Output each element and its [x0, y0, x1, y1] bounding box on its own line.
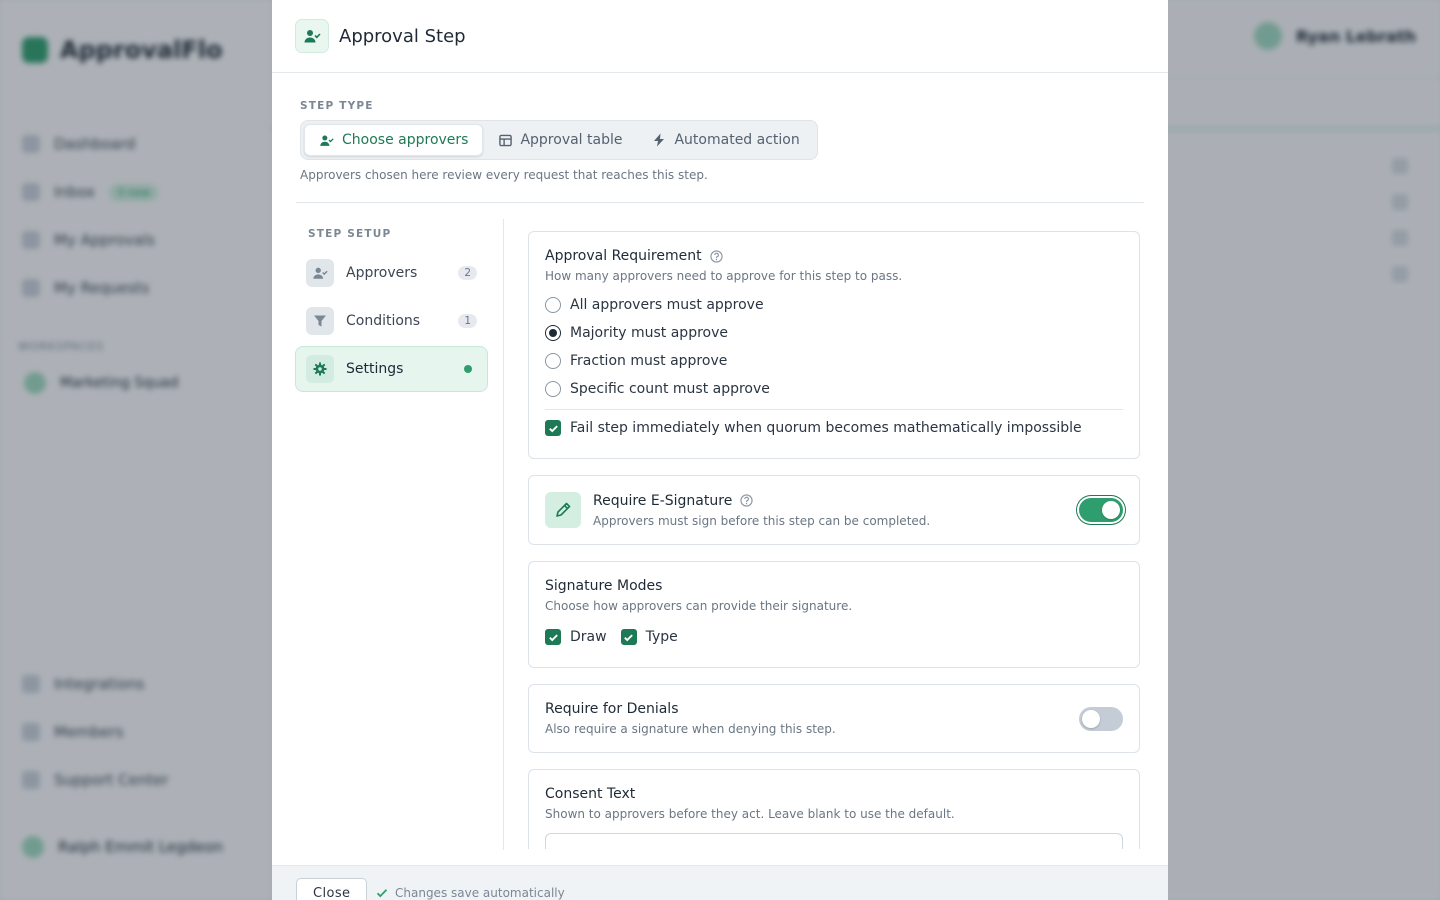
approval-requirement-title: Approval Requirement — [545, 248, 1123, 264]
user-check-icon — [320, 135, 334, 146]
step-setup-nav: STEP SETUP Approvers 2 Conditions 1 Sett… — [295, 219, 504, 850]
close-button[interactable]: Close — [296, 878, 368, 900]
step-type-choose-approvers[interactable]: Choose approvers — [304, 124, 484, 156]
radio-majority[interactable]: Majority must approve — [545, 319, 1123, 347]
card-divider — [545, 409, 1123, 410]
radio-all-approvers[interactable]: All approvers must approve — [545, 291, 1123, 319]
step-setup-list: Approvers 2 Conditions 1 Settings — [295, 250, 488, 392]
radio-label: Majority must approve — [570, 325, 728, 341]
card-title-text: Require E-Signature — [593, 492, 733, 509]
card-title-text: Approval Requirement — [545, 248, 702, 264]
step-setup-approvers[interactable]: Approvers 2 — [295, 250, 488, 296]
step-type-automated-action[interactable]: Automated action — [638, 124, 813, 156]
step-setup-item-label: Conditions — [346, 313, 421, 329]
checkbox[interactable] — [620, 629, 637, 645]
denials-card: Require for Denials Also require a signa… — [528, 684, 1140, 753]
active-indicator-dot — [464, 365, 472, 373]
section-divider — [296, 202, 1144, 203]
settings-content[interactable]: Approval Requirement How many approvers … — [528, 231, 1140, 849]
filter-icon — [306, 307, 334, 335]
step-type-section: STEP TYPE Choose approvers Approval tabl… — [300, 100, 818, 182]
autosave-note: Changes save automatically — [376, 886, 565, 900]
radio-label: All approvers must approve — [570, 297, 764, 313]
consent-card: Consent Text Shown to approvers before t… — [528, 769, 1140, 849]
approval-step-modal: Approval Step STEP TYPE Choose approvers… — [272, 0, 1168, 900]
radio-label: Fraction must approve — [570, 353, 728, 369]
esignature-toggle[interactable] — [1079, 498, 1123, 522]
radio-button[interactable] — [545, 353, 561, 369]
radio-label: Specific count must approve — [570, 381, 770, 397]
signature-modes-card: Signature Modes Choose how approvers can… — [528, 561, 1140, 668]
check-icon — [548, 424, 558, 432]
user-check-icon — [306, 259, 334, 287]
check-icon — [548, 633, 558, 641]
modal-title: Approval Step — [339, 25, 466, 47]
help-icon[interactable] — [740, 494, 753, 507]
radio-button[interactable] — [545, 297, 561, 313]
step-type-label-text: Choose approvers — [342, 132, 469, 148]
denials-subtitle: Also require a signature when denying th… — [545, 722, 836, 736]
approval-requirement-subtitle: How many approvers need to approve for t… — [545, 269, 903, 283]
fail-fast-checkbox-row[interactable]: Fail step immediately when quorum become… — [545, 414, 1123, 442]
denials-text: Require for Denials Also require a signa… — [545, 701, 1079, 736]
denials-title: Require for Denials — [545, 701, 679, 717]
consent-subtitle: Shown to approvers before they act. Leav… — [545, 807, 955, 821]
signature-modes-subtitle: Choose how approvers can provide their s… — [545, 599, 853, 613]
step-type-hint: Approvers chosen here review every reque… — [300, 168, 708, 182]
radio-button[interactable] — [545, 381, 561, 397]
checkbox-label: Fail step immediately when quorum become… — [570, 420, 1082, 436]
autosave-text: Changes save automatically — [395, 886, 565, 900]
approval-requirement-card: Approval Requirement How many approvers … — [528, 231, 1140, 459]
mode-draw-row[interactable]: Draw — [545, 623, 607, 651]
checkbox[interactable] — [545, 420, 561, 436]
checkbox[interactable] — [545, 629, 561, 645]
esignature-text: Require E-Signature Approvers must sign … — [593, 493, 1079, 528]
mode-type-row[interactable]: Type — [620, 623, 678, 651]
gear-icon — [306, 355, 334, 383]
modal-header: Approval Step — [272, 0, 1168, 73]
table-icon — [499, 134, 513, 146]
step-type-selector: Choose approvers Approval table Automate… — [300, 120, 818, 160]
consent-text-input[interactable] — [545, 833, 1123, 849]
step-setup-item-label: Approvers — [346, 265, 418, 281]
esignature-card: Require E-Signature Approvers must sign … — [528, 475, 1140, 545]
consent-title: Consent Text — [545, 786, 636, 802]
step-type-approval-table[interactable]: Approval table — [485, 124, 636, 156]
esignature-title: Require E-Signature — [593, 493, 1079, 509]
radio-button[interactable] — [545, 325, 561, 341]
signature-modes-title: Signature Modes — [545, 578, 663, 594]
pencil-icon — [545, 492, 581, 528]
step-setup-item-label: Settings — [346, 361, 404, 377]
step-type-label-text: Automated action — [674, 132, 800, 148]
step-setup-settings[interactable]: Settings — [295, 346, 488, 392]
radio-specific-count[interactable]: Specific count must approve — [545, 375, 1123, 403]
signature-mode-options: Draw Type — [545, 623, 1123, 651]
check-icon — [376, 889, 388, 898]
help-icon[interactable] — [709, 249, 723, 263]
step-setup-conditions[interactable]: Conditions 1 — [295, 298, 488, 344]
step-type-label: STEP TYPE — [300, 100, 374, 112]
step-type-label-text: Approval table — [520, 132, 623, 148]
esignature-subtitle: Approvers must sign before this step can… — [593, 513, 931, 528]
checkbox-label: Draw — [570, 629, 607, 645]
bolt-icon — [654, 133, 665, 147]
modal-footer: Close Changes save automatically — [272, 865, 1168, 900]
approval-requirement-options: All approvers must approve Majority must… — [545, 291, 1123, 403]
checkbox-label: Type — [645, 629, 678, 645]
user-check-icon — [295, 19, 329, 53]
denials-toggle[interactable] — [1079, 706, 1123, 731]
step-setup-count: 2 — [458, 266, 477, 280]
step-setup-count: 1 — [458, 314, 477, 328]
step-setup-label: STEP SETUP — [308, 228, 392, 240]
radio-fraction[interactable]: Fraction must approve — [545, 347, 1123, 375]
check-icon — [624, 633, 633, 641]
